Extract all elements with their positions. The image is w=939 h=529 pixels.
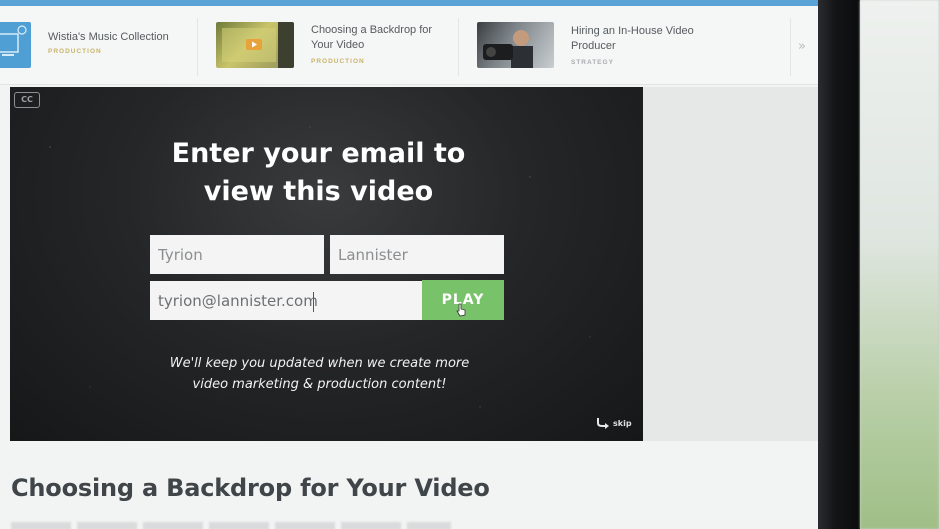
related-title[interactable]: Hiring an In-House Video Producer — [571, 24, 694, 54]
player-side-panel — [643, 87, 818, 441]
monitor-bezel — [818, 0, 860, 529]
note-line: We'll keep you updated when we create mo… — [169, 356, 470, 371]
related-thumbnail[interactable] — [216, 22, 294, 68]
monitor-icon — [0, 25, 27, 56]
related-item-music-collection[interactable]: Wistia's Music Collection PRODUCTION — [0, 6, 200, 84]
skip-button[interactable]: skip — [596, 417, 632, 429]
update-note: We'll keep you updated when we create mo… — [10, 353, 636, 395]
browser-screen: Wistia's Music Collection PRODUCTION Cho… — [0, 0, 818, 529]
article-body-preview — [11, 522, 451, 529]
related-title-line: Hiring an In-House Video — [571, 25, 694, 37]
video-player-email-gate: CC Enter your email to view this video P… — [10, 87, 643, 441]
hand-pointer-icon — [456, 303, 466, 317]
headline-line: view this video — [203, 176, 434, 207]
page-title: Choosing a Backdrop for Your Video — [11, 474, 490, 502]
text-caret — [313, 292, 314, 312]
headline-line: Enter your email to — [171, 138, 466, 169]
note-line: video marketing & production content! — [192, 377, 447, 392]
divider — [197, 18, 198, 76]
related-title-line: Your Video — [311, 39, 365, 51]
first-name-field[interactable] — [150, 235, 324, 274]
related-title-line: Choosing a Backdrop for — [311, 24, 433, 36]
background-window — [860, 0, 939, 529]
related-title-line: Producer — [571, 40, 616, 52]
related-item-hiring-producer[interactable]: Hiring an In-House Video Producer STRATE… — [460, 6, 790, 84]
email-field[interactable] — [150, 281, 422, 320]
related-thumbnail[interactable] — [477, 22, 554, 68]
divider — [458, 18, 459, 76]
divider — [790, 18, 791, 76]
skip-label: skip — [613, 418, 632, 428]
related-tag: STRATEGY — [571, 59, 614, 66]
related-tag: PRODUCTION — [48, 48, 102, 55]
closed-captions-icon[interactable]: CC — [14, 92, 40, 108]
related-title[interactable]: Choosing a Backdrop for Your Video — [311, 23, 432, 53]
last-name-field[interactable] — [330, 235, 504, 274]
skip-arrow-icon — [597, 418, 609, 429]
video-thumbnail-play-icon — [222, 22, 294, 68]
email-gate-headline: Enter your email to view this video — [10, 135, 635, 211]
related-tag: PRODUCTION — [311, 58, 365, 65]
related-videos-strip: Wistia's Music Collection PRODUCTION Cho… — [0, 6, 818, 85]
related-item-backdrop[interactable]: Choosing a Backdrop for Your Video PRODU… — [200, 6, 458, 84]
person-with-camera-icon — [483, 30, 533, 68]
next-chevron-icon[interactable]: » — [798, 39, 806, 54]
related-title[interactable]: Wistia's Music Collection — [48, 30, 169, 45]
related-thumbnail[interactable] — [0, 22, 31, 68]
photo-scene: Wistia's Music Collection PRODUCTION Cho… — [0, 0, 939, 529]
